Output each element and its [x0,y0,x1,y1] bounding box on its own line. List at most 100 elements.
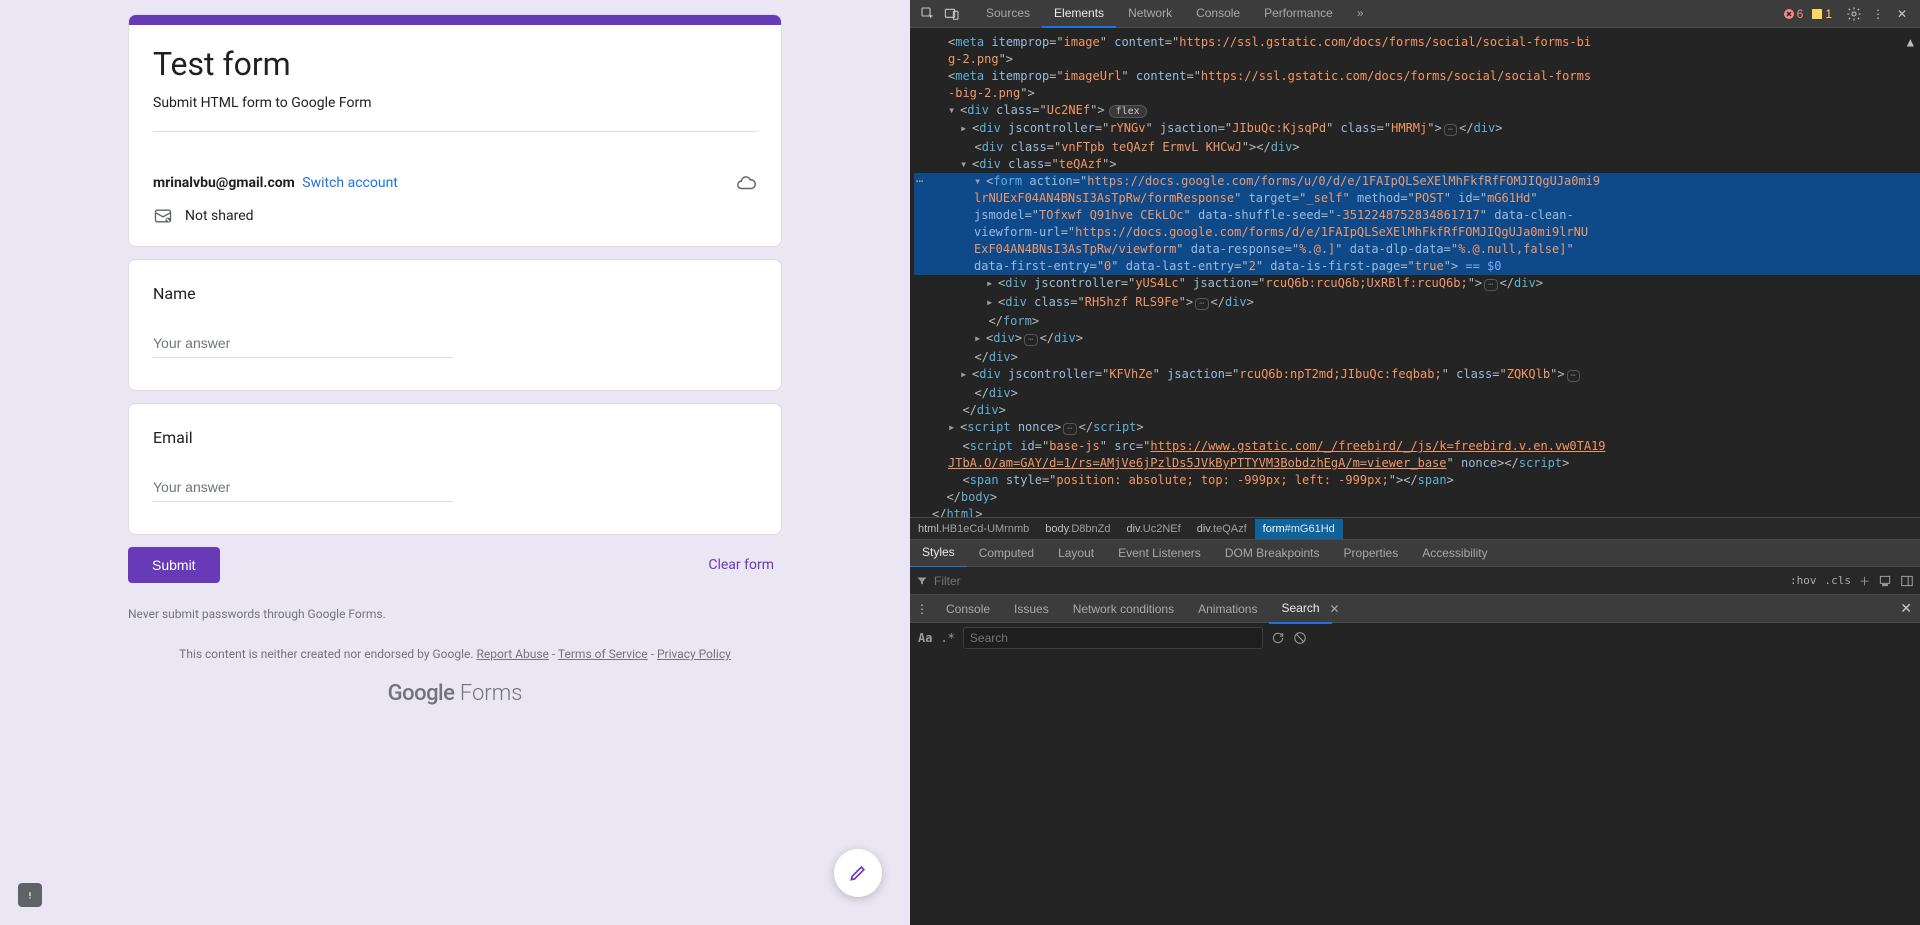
subtab-properties[interactable]: Properties [1332,539,1411,567]
tab-network[interactable]: Network [1116,0,1184,28]
account-email: mrinalvbu@gmail.com Switch account [153,175,398,191]
subtab-accessibility[interactable]: Accessibility [1410,539,1499,567]
switch-account-link[interactable]: Switch account [302,175,398,191]
tab-sources[interactable]: Sources [974,0,1042,28]
device-mode-icon[interactable] [940,2,964,26]
elements-dom-tree[interactable]: ▲ <meta itemprop="image" content="https:… [910,28,1920,517]
dom-node[interactable]: </html> [914,506,1920,517]
drawer-tab-search[interactable]: Search [1269,594,1331,624]
refresh-search-icon[interactable] [1271,631,1285,645]
logo-forms: Forms [454,681,522,706]
share-status: Not shared [129,200,781,246]
crumb-div1[interactable]: div.Uc2NEf [1119,519,1189,539]
subtab-dom-breakpoints[interactable]: DOM Breakpoints [1213,539,1332,567]
devtools-main-tabs: Sources Elements Network Console Perform… [974,0,1376,28]
match-case-toggle[interactable]: Aa [918,631,932,645]
crumb-html[interactable]: html.HB1eCd-UMrnmb [910,519,1037,539]
dom-node[interactable]: <div jscontroller="yUS4Lc" jsaction="rcu… [914,275,1920,294]
subtab-styles[interactable]: Styles [910,538,967,568]
report-button[interactable] [18,883,42,907]
dom-node[interactable]: </div> [914,385,1920,402]
subtab-event-listeners[interactable]: Event Listeners [1106,539,1213,567]
email-input[interactable] [153,475,453,502]
form-actions: Submit Clear form [128,547,782,583]
tab-console[interactable]: Console [1184,0,1252,28]
logo-google: Google [388,681,455,706]
dom-node[interactable]: <meta itemprop="imageUrl" content="https… [914,68,1920,85]
regex-toggle[interactable]: .* [940,631,954,645]
settings-icon[interactable] [1842,2,1866,26]
cloud-icon [735,172,757,194]
drawer-tab-issues[interactable]: Issues [1002,595,1061,623]
dom-node[interactable]: <div jscontroller="rYNGv" jsaction="JIbu… [914,120,1920,139]
drawer-tab-console[interactable]: Console [934,595,1002,623]
edit-fab-button[interactable] [834,849,882,897]
drawer-tabs: ⋮ Console Issues Network conditions Anim… [910,595,1920,623]
search-input[interactable] [963,627,1263,649]
dom-node[interactable]: <div jscontroller="KFVhZe" jsaction="rcu… [914,366,1920,385]
account-email-text: mrinalvbu@gmail.com [153,175,295,191]
dom-node[interactable]: </body> [914,489,1920,506]
subtab-computed[interactable]: Computed [967,539,1046,567]
hov-toggle[interactable]: :hov [1790,574,1817,587]
dom-node[interactable]: <div class="vnFTpb teQAzf ErmvL KHCwJ"><… [914,139,1920,156]
dom-node[interactable]: <script id="base-js" src="https://www.gs… [914,438,1920,455]
clear-search-icon[interactable] [1293,631,1307,645]
error-count: 6 [1797,7,1804,21]
row-actions-icon[interactable]: ⋯ [916,173,923,190]
inspect-icon[interactable] [916,2,940,26]
breadcrumb-bar: html.HB1eCd-UMrnmb body.D8bnZd div.Uc2NE… [910,517,1920,539]
password-warning: Never submit passwords through Google Fo… [128,607,782,621]
scroll-up-icon[interactable]: ▲ [1907,34,1914,51]
more-tabs-icon[interactable]: » [1345,0,1376,28]
warning-badge[interactable]: 1 [1811,7,1832,21]
form-title: Test form [153,45,757,83]
dom-node[interactable]: <script nonce>⋯</script> [914,419,1920,438]
more-menu-icon[interactable]: ⋮ [1866,2,1890,26]
google-forms-logo[interactable]: Google Forms [128,681,782,706]
dom-node[interactable]: <meta itemprop="image" content="https://… [914,34,1920,51]
dom-node[interactable]: </div> [914,349,1920,366]
crumb-form[interactable]: form#mG61Hd [1255,519,1343,539]
drawer-tab-network-conditions[interactable]: Network conditions [1061,595,1186,623]
cls-toggle[interactable]: .cls [1825,574,1852,587]
styles-filter-input[interactable] [934,574,1782,588]
computed-panel-icon[interactable] [1878,574,1892,588]
drawer-tab-animations[interactable]: Animations [1186,595,1269,623]
subtab-layout[interactable]: Layout [1046,539,1106,567]
dom-node[interactable]: <div>⋯</div> [914,330,1920,349]
new-style-icon[interactable]: ＋ [1859,573,1870,589]
close-drawer-icon[interactable]: ✕ [1892,600,1920,617]
error-badge[interactable]: 6 [1783,7,1804,21]
dom-node-wrap: -big-2.png"> [914,85,1920,102]
tab-performance[interactable]: Performance [1252,0,1345,28]
dom-node[interactable]: <span style="position: absolute; top: -9… [914,472,1920,489]
footer-disclaimer: This content is neither created nor endo… [128,647,782,661]
close-search-tab-icon[interactable]: ✕ [1326,598,1344,620]
name-input[interactable] [153,331,453,358]
submit-button[interactable]: Submit [128,547,220,583]
clear-form-link[interactable]: Clear form [700,549,782,581]
styles-filter-row: :hov .cls ＋ [910,567,1920,595]
dom-node[interactable]: </div> [914,402,1920,419]
crumb-body[interactable]: body.D8bnZd [1037,519,1118,539]
flex-pill[interactable]: flex [1109,105,1147,118]
form-description: Submit HTML form to Google Form [153,95,757,132]
drawer-more-icon[interactable]: ⋮ [910,602,934,616]
terms-link[interactable]: Terms of Service [558,647,648,661]
dom-node[interactable]: <div class="teQAzf"> [914,156,1920,173]
share-off-icon [153,206,173,226]
dom-node[interactable]: <div class="Uc2NEf">flex [914,102,1920,120]
account-row: mrinalvbu@gmail.com Switch account [129,156,781,200]
close-devtools-icon[interactable]: ✕ [1890,2,1914,26]
selected-form-node[interactable]: ⋯ <form action="https://docs.google.com/… [914,173,1920,275]
google-form-viewport: Test form Submit HTML form to Google For… [0,0,910,925]
dom-node[interactable]: </form> [914,313,1920,330]
dom-node[interactable]: <div class="RH5hzf RLS9Fe">⋯</div> [914,294,1920,313]
warning-count: 1 [1825,7,1832,21]
crumb-div2[interactable]: div.teQAzf [1189,519,1255,539]
sidebar-toggle-icon[interactable] [1900,574,1914,588]
tab-elements[interactable]: Elements [1042,0,1116,28]
report-abuse-link[interactable]: Report Abuse [477,647,549,661]
privacy-link[interactable]: Privacy Policy [657,647,731,661]
